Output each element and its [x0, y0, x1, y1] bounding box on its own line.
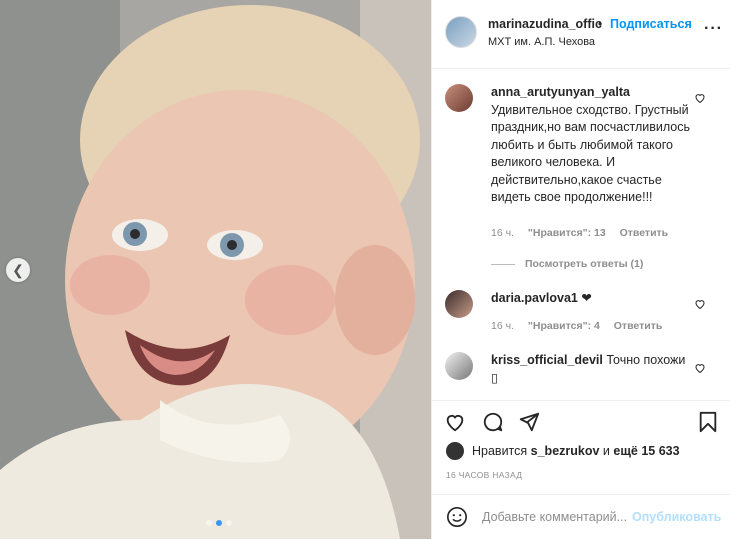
comment-meta: 16 ч. "Нравится": 4 Ответить: [491, 320, 673, 332]
likes-user-link[interactable]: s_bezrukov: [531, 444, 600, 458]
comment-body: kriss_official_devil Точно похожи ▯: [491, 352, 701, 387]
more-dots-icon[interactable]: ···: [704, 20, 723, 38]
avatar[interactable]: [445, 16, 477, 48]
bookmark-icon[interactable]: [698, 411, 718, 433]
post-photo[interactable]: ❮: [0, 0, 431, 539]
comment-emoji: ▯: [491, 370, 498, 385]
post-header: marinazudina_offic • Подписаться МХТ им.…: [432, 0, 730, 69]
baby-photo-illustration: [0, 0, 431, 539]
avatar[interactable]: [445, 84, 473, 112]
location-link[interactable]: МХТ им. А.П. Чехова: [488, 36, 595, 48]
avatar[interactable]: [445, 290, 473, 318]
comment-time[interactable]: 16 ч.: [491, 227, 514, 239]
view-replies-label: Посмотреть ответы (1): [525, 258, 644, 270]
likes-count-link[interactable]: ещё 15 633: [613, 444, 679, 458]
carousel-prev-button[interactable]: ❮: [6, 258, 30, 282]
comment-icon[interactable]: [482, 411, 504, 433]
share-icon[interactable]: [518, 411, 540, 433]
post-side-panel: marinazudina_offic • Подписаться МХТ им.…: [431, 0, 730, 539]
carousel-dot: [206, 520, 212, 526]
add-comment-bar: Добавьте комментарий... Опубликовать: [432, 494, 730, 540]
action-bar: [432, 400, 730, 441]
carousel-dot-active: [216, 520, 222, 526]
comment-username[interactable]: daria.pavlova1: [491, 291, 578, 305]
comment-username[interactable]: kriss_official_devil: [491, 353, 603, 367]
view-replies-button[interactable]: Посмотреть ответы (1): [491, 258, 643, 270]
heart-icon[interactable]: [694, 362, 706, 374]
comment-text: Точно похожи: [606, 353, 686, 367]
separator-dot: •: [598, 17, 603, 31]
comment-input[interactable]: Добавьте комментарий...: [482, 510, 627, 524]
comment-time[interactable]: 16 ч.: [491, 320, 514, 332]
comment-text: ❤: [581, 291, 592, 305]
heart-icon[interactable]: [694, 298, 706, 310]
avatar[interactable]: [445, 352, 473, 380]
comment-body: anna_arutyunyan_yalta Удивительное сходс…: [491, 84, 691, 207]
post-comment-button[interactable]: Опубликовать: [632, 510, 721, 524]
author-username[interactable]: marinazudina_offic: [488, 17, 602, 31]
comment-likes[interactable]: "Нравится": 4: [528, 320, 600, 332]
divider: [491, 263, 515, 265]
follow-button[interactable]: Подписаться: [610, 17, 692, 31]
comment-body: daria.pavlova1 ❤: [491, 290, 691, 308]
comment-text: Удивительное сходство. Грустный праздник…: [491, 102, 690, 205]
comment-username[interactable]: anna_arutyunyan_yalta: [491, 85, 630, 99]
heart-icon[interactable]: [694, 92, 706, 104]
carousel-dots: [206, 520, 232, 526]
heart-icon[interactable]: [444, 411, 466, 433]
likes-middle: и: [602, 444, 610, 458]
reply-button[interactable]: Ответить: [620, 227, 669, 239]
chevron-left-icon: ❮: [12, 261, 24, 278]
likes-prefix: Нравится: [472, 444, 528, 458]
comment-meta: 16 ч. "Нравится": 13 Ответить: [491, 227, 679, 239]
avatar[interactable]: [446, 442, 464, 460]
comment-likes[interactable]: "Нравится": 13: [528, 227, 606, 239]
reply-button[interactable]: Ответить: [614, 320, 663, 332]
likes-summary: Нравится s_bezrukov и ещё 15 633: [446, 442, 680, 460]
emoji-icon[interactable]: [446, 506, 468, 528]
post-timestamp[interactable]: 16 ЧАСОВ НАЗАД: [446, 470, 522, 480]
carousel-dot: [226, 520, 232, 526]
